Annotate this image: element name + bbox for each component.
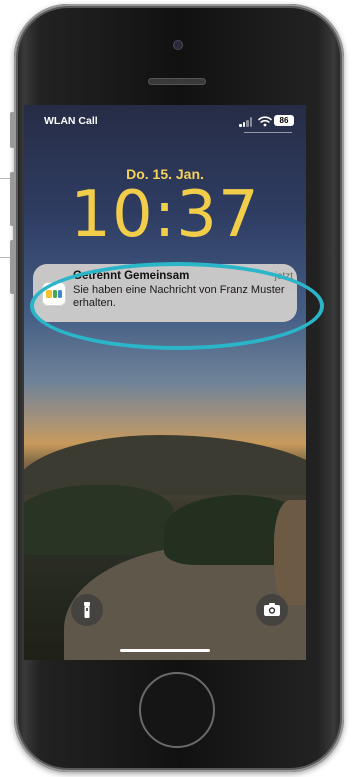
camera-icon — [264, 603, 280, 616]
wallpaper-hills — [24, 435, 306, 495]
home-indicator[interactable] — [120, 649, 210, 652]
lock-clock: 10:37 — [70, 178, 260, 252]
home-button[interactable] — [139, 672, 215, 748]
camera-button[interactable] — [256, 594, 288, 626]
flashlight-button[interactable] — [71, 594, 103, 626]
earpiece-speaker — [148, 78, 206, 85]
wallpaper-pot — [274, 500, 306, 605]
lock-screen: WLAN Call 86 Do. 15. Jan. 10:37 Getrennt… — [24, 105, 306, 660]
carrier-label: WLAN Call — [44, 115, 98, 127]
wifi-icon — [258, 116, 272, 127]
wallpaper-trees-left — [24, 485, 174, 555]
signal-icon — [239, 117, 255, 127]
status-underline — [244, 132, 292, 133]
notification-highlight-ring — [30, 262, 324, 350]
battery-icon: 86 — [274, 115, 294, 126]
status-bar: WLAN Call 86 — [24, 105, 306, 135]
volume-down-button[interactable] — [10, 240, 15, 294]
volume-up-button[interactable] — [10, 172, 15, 226]
front-camera — [173, 40, 183, 50]
flashlight-icon — [84, 602, 90, 618]
mute-switch[interactable] — [10, 112, 15, 148]
